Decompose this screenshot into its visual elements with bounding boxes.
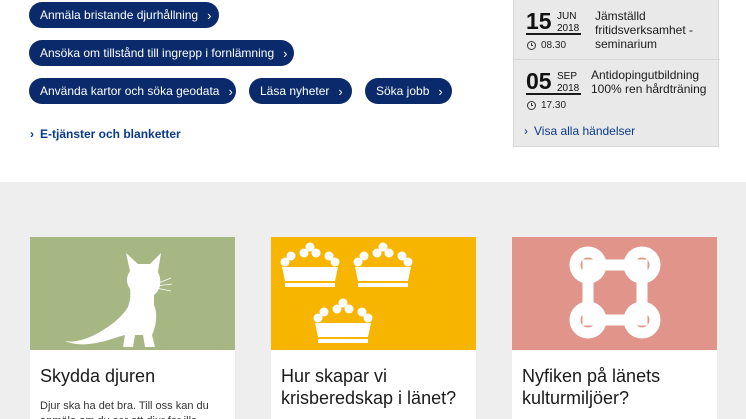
all-events-link[interactable]: › Visa alla händelser bbox=[524, 124, 635, 138]
event-time-label: 08.30 bbox=[541, 40, 567, 51]
chevron-right-icon: › bbox=[228, 83, 233, 99]
place-of-interest-icon bbox=[569, 246, 661, 339]
event-year: 2018 bbox=[557, 23, 580, 34]
event-day: 15 bbox=[526, 8, 552, 34]
quick-link-label: Läsa nyheter bbox=[260, 84, 330, 98]
card-image bbox=[512, 237, 717, 350]
clock-icon bbox=[527, 101, 536, 110]
card-krisberedskap[interactable]: Hur skapar vi krisberedskap i länet? bbox=[271, 237, 476, 419]
quick-link-nyheter[interactable]: Läsa nyheter › bbox=[249, 78, 352, 104]
quick-link-label: Ansöka om tillstånd till ingrepp i fornl… bbox=[40, 46, 275, 60]
chevron-right-icon: › bbox=[524, 124, 528, 138]
chevron-right-icon: › bbox=[338, 83, 343, 99]
event-title[interactable]: Antidopingutbildning 100% ren hårdtränin… bbox=[591, 68, 717, 96]
card-image bbox=[271, 237, 476, 350]
etjanster-link-label: E-tjänster och blanketter bbox=[40, 127, 181, 141]
event-month: JUN bbox=[557, 11, 577, 22]
events-panel: 15 JUN 2018 08.30 Jämställd fritidsverks… bbox=[513, 0, 720, 147]
quick-link-label: Söka jobb bbox=[376, 84, 430, 98]
event-year: 2018 bbox=[557, 83, 580, 94]
chevron-right-icon: › bbox=[30, 127, 34, 141]
event-month: SEP bbox=[557, 71, 578, 82]
card-title: Skydda djuren bbox=[40, 366, 156, 386]
quick-link-label: Anmäla bristande djurhållning bbox=[40, 8, 199, 22]
event-date: 05 SEP 2018 bbox=[526, 69, 581, 95]
quick-link-kartor[interactable]: Använda kartor och söka geodata › bbox=[29, 78, 236, 104]
event-time: 17.30 bbox=[527, 100, 566, 111]
event-item[interactable]: 15 JUN 2018 08.30 Jämställd fritidsverks… bbox=[514, 0, 720, 58]
quick-link-fornlamning[interactable]: Ansöka om tillstånd till ingrepp i fornl… bbox=[29, 40, 294, 66]
etjanster-link[interactable]: › E-tjänster och blanketter bbox=[30, 127, 181, 141]
event-day: 05 bbox=[526, 68, 552, 94]
chevron-right-icon: › bbox=[207, 7, 212, 23]
all-events-label: Visa alla händelser bbox=[534, 124, 636, 138]
chevron-right-icon: › bbox=[438, 83, 443, 99]
card-title: Nyfiken på länets kulturmiljöer? bbox=[522, 366, 661, 408]
card-title: Hur skapar vi krisberedskap i länet? bbox=[281, 366, 457, 408]
card-skydda-djuren[interactable]: Skydda djuren Djur ska ha det bra. Till … bbox=[30, 237, 235, 419]
quick-link-jobb[interactable]: Söka jobb › bbox=[365, 78, 452, 104]
quick-link-label: Använda kartor och söka geodata bbox=[40, 84, 220, 98]
event-time-label: 17.30 bbox=[541, 100, 567, 111]
three-crowns-icon bbox=[280, 242, 413, 343]
card-text: Djur ska ha det bra. Till oss kan du anm… bbox=[40, 400, 209, 419]
event-item[interactable]: 05 SEP 2018 17.30 Antidopingutbildning 1… bbox=[514, 60, 720, 118]
event-time: 08.30 bbox=[527, 40, 566, 51]
card-kulturmiljoer[interactable]: Nyfiken på länets kulturmiljöer? bbox=[512, 237, 717, 419]
chevron-right-icon: › bbox=[283, 45, 288, 61]
clock-icon bbox=[527, 41, 536, 50]
quick-link-djurhallning[interactable]: Anmäla bristande djurhållning › bbox=[29, 2, 219, 28]
kitten-icon bbox=[65, 253, 173, 347]
event-title[interactable]: Jämställd fritidsverksamhet - seminarium bbox=[595, 9, 713, 51]
event-date: 15 JUN 2018 bbox=[526, 9, 581, 35]
card-image bbox=[30, 237, 235, 350]
